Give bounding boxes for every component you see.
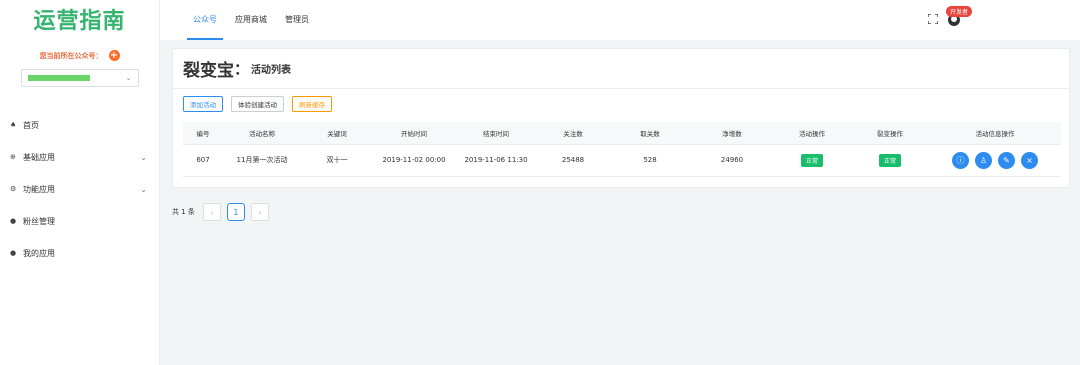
add-account-icon[interactable]: + (108, 50, 120, 61)
close-icon[interactable]: × (1021, 151, 1038, 169)
sidebar-nav: ♠ 首页 ⊕ 基础应用 ⌄ ⚙ 功能应用 ⌄ ● 粉丝管理 ● 我的应用 (0, 109, 159, 269)
sidebar-item-label: 粉丝管理 (23, 216, 55, 226)
sidebar-item-my-apps[interactable]: ● 我的应用 (0, 237, 159, 269)
brand-logo[interactable]: 运营指南 (0, 0, 159, 38)
edit-icon[interactable]: ✎ (998, 151, 1015, 169)
info-icon[interactable]: ⓘ (952, 151, 969, 169)
chevron-down-icon: ⌄ (125, 74, 132, 82)
sidebar: 运营指南 您当前所在公众号： + ⌄ ♠ 首页 ⊕ 基础应用 ⌄ ⚙ 功能应用 … (0, 0, 160, 365)
user-menu[interactable]: 开发者 (946, 6, 976, 34)
sidebar-item-label: 功能应用 (23, 184, 55, 194)
tab-official-account[interactable]: 公众号 (184, 0, 226, 40)
cell-net-count: 24960 (691, 144, 773, 177)
cell-start-time: 2019-11-02 00:00 (373, 144, 455, 177)
info-action-buttons: ⓘ ♙ ✎ × (929, 151, 1061, 169)
column-header: 关注数 (537, 122, 609, 145)
fission-status-badge[interactable]: 正常 (878, 153, 901, 167)
account-row: 您当前所在公众号： + (0, 50, 159, 61)
table-row: 607 11月第一次活动 双十一 2019-11-02 00:00 2019-1… (183, 144, 1061, 177)
cell-unfollow-count: 528 (609, 144, 691, 177)
tab-app-store[interactable]: 应用商城 (226, 0, 276, 40)
column-header: 结束时间 (455, 122, 537, 145)
users-icon: ● (10, 217, 17, 225)
column-header: 编号 (183, 122, 223, 145)
sidebar-item-fans[interactable]: ● 粉丝管理 (0, 205, 159, 237)
column-header: 活动操作 (773, 122, 851, 145)
cell-end-time: 2019-11-06 11:30 (455, 144, 537, 177)
sidebar-item-label: 基础应用 (23, 152, 55, 162)
pagination-total: 共 1 条 (172, 208, 195, 216)
toolbar: 添加活动 体验创建活动 刷新缓存 (173, 89, 1069, 112)
grid-icon: ⊕ (10, 153, 16, 161)
add-activity-button[interactable]: 添加活动 (183, 96, 223, 112)
account-select[interactable]: ⌄ (20, 69, 139, 87)
sidebar-item-basic-apps[interactable]: ⊕ 基础应用 ⌄ (0, 141, 159, 173)
column-header: 取关数 (609, 122, 691, 145)
sidebar-item-label: 我的应用 (23, 248, 55, 258)
cell-fission-status: 正常 (851, 144, 929, 177)
column-header: 关键词 (301, 122, 373, 145)
page-title-sub: 活动列表 (251, 65, 292, 76)
apps-icon: ● (10, 249, 17, 257)
top-tabs: 公众号 应用商城 管理员 (184, 0, 318, 40)
column-header: 净增数 (691, 122, 773, 145)
column-header: 裂变操作 (851, 122, 929, 145)
cell-activity-status: 正常 (773, 144, 851, 177)
account-label: 您当前所在公众号： (39, 51, 103, 60)
page-title: 裂变宝 ： 活动列表 (173, 49, 1069, 89)
next-page-button[interactable]: › (250, 203, 269, 221)
column-header: 活动名称 (223, 122, 301, 145)
pagination: 共 1 条 ‹ 1 › (172, 203, 269, 221)
top-bar: 公众号 应用商城 管理员 开发者 (160, 0, 1080, 40)
cell-info-actions: ⓘ ♙ ✎ × (929, 144, 1061, 177)
sidebar-item-home[interactable]: ♠ 首页 (0, 109, 159, 141)
activity-status-badge[interactable]: 正常 (800, 153, 823, 167)
page-title-separator: ： (234, 60, 250, 78)
refresh-cache-button[interactable]: 刷新缓存 (292, 96, 332, 112)
tab-admin[interactable]: 管理员 (276, 0, 318, 40)
table-header-row: 编号 活动名称 关键词 开始时间 结束时间 关注数 取关数 净增数 活动操作 裂… (183, 122, 1061, 145)
sidebar-item-feature-apps[interactable]: ⚙ 功能应用 ⌄ (0, 173, 159, 205)
prev-page-button[interactable]: ‹ (202, 203, 221, 221)
chevron-down-icon: ⌄ (140, 152, 147, 162)
developer-badge: 开发者 (946, 6, 973, 17)
activity-list-card: 裂变宝 ： 活动列表 添加活动 体验创建活动 刷新缓存 编号 活动名称 关键词 … (172, 48, 1070, 188)
activity-table: 编号 活动名称 关键词 开始时间 结束时间 关注数 取关数 净增数 活动操作 裂… (183, 122, 1061, 177)
cell-name: 11月第一次活动 (223, 144, 301, 177)
experience-create-button[interactable]: 体验创建活动 (231, 96, 284, 112)
page-title-main: 裂变宝 (183, 61, 234, 81)
page-button-current[interactable]: 1 (226, 203, 245, 221)
user-icon[interactable]: ♙ (975, 151, 992, 169)
fullscreen-icon[interactable] (928, 14, 938, 24)
account-name-redacted (27, 75, 90, 81)
cell-follow-count: 25488 (537, 144, 609, 177)
sidebar-item-label: 首页 (23, 120, 39, 130)
settings-icon: ⚙ (10, 185, 17, 193)
cell-keyword: 双十一 (301, 144, 373, 177)
chevron-down-icon: ⌄ (140, 184, 147, 194)
column-header: 开始时间 (373, 122, 455, 145)
home-icon: ♠ (10, 121, 17, 129)
column-header: 活动信息操作 (929, 122, 1061, 145)
cell-id: 607 (183, 144, 223, 177)
